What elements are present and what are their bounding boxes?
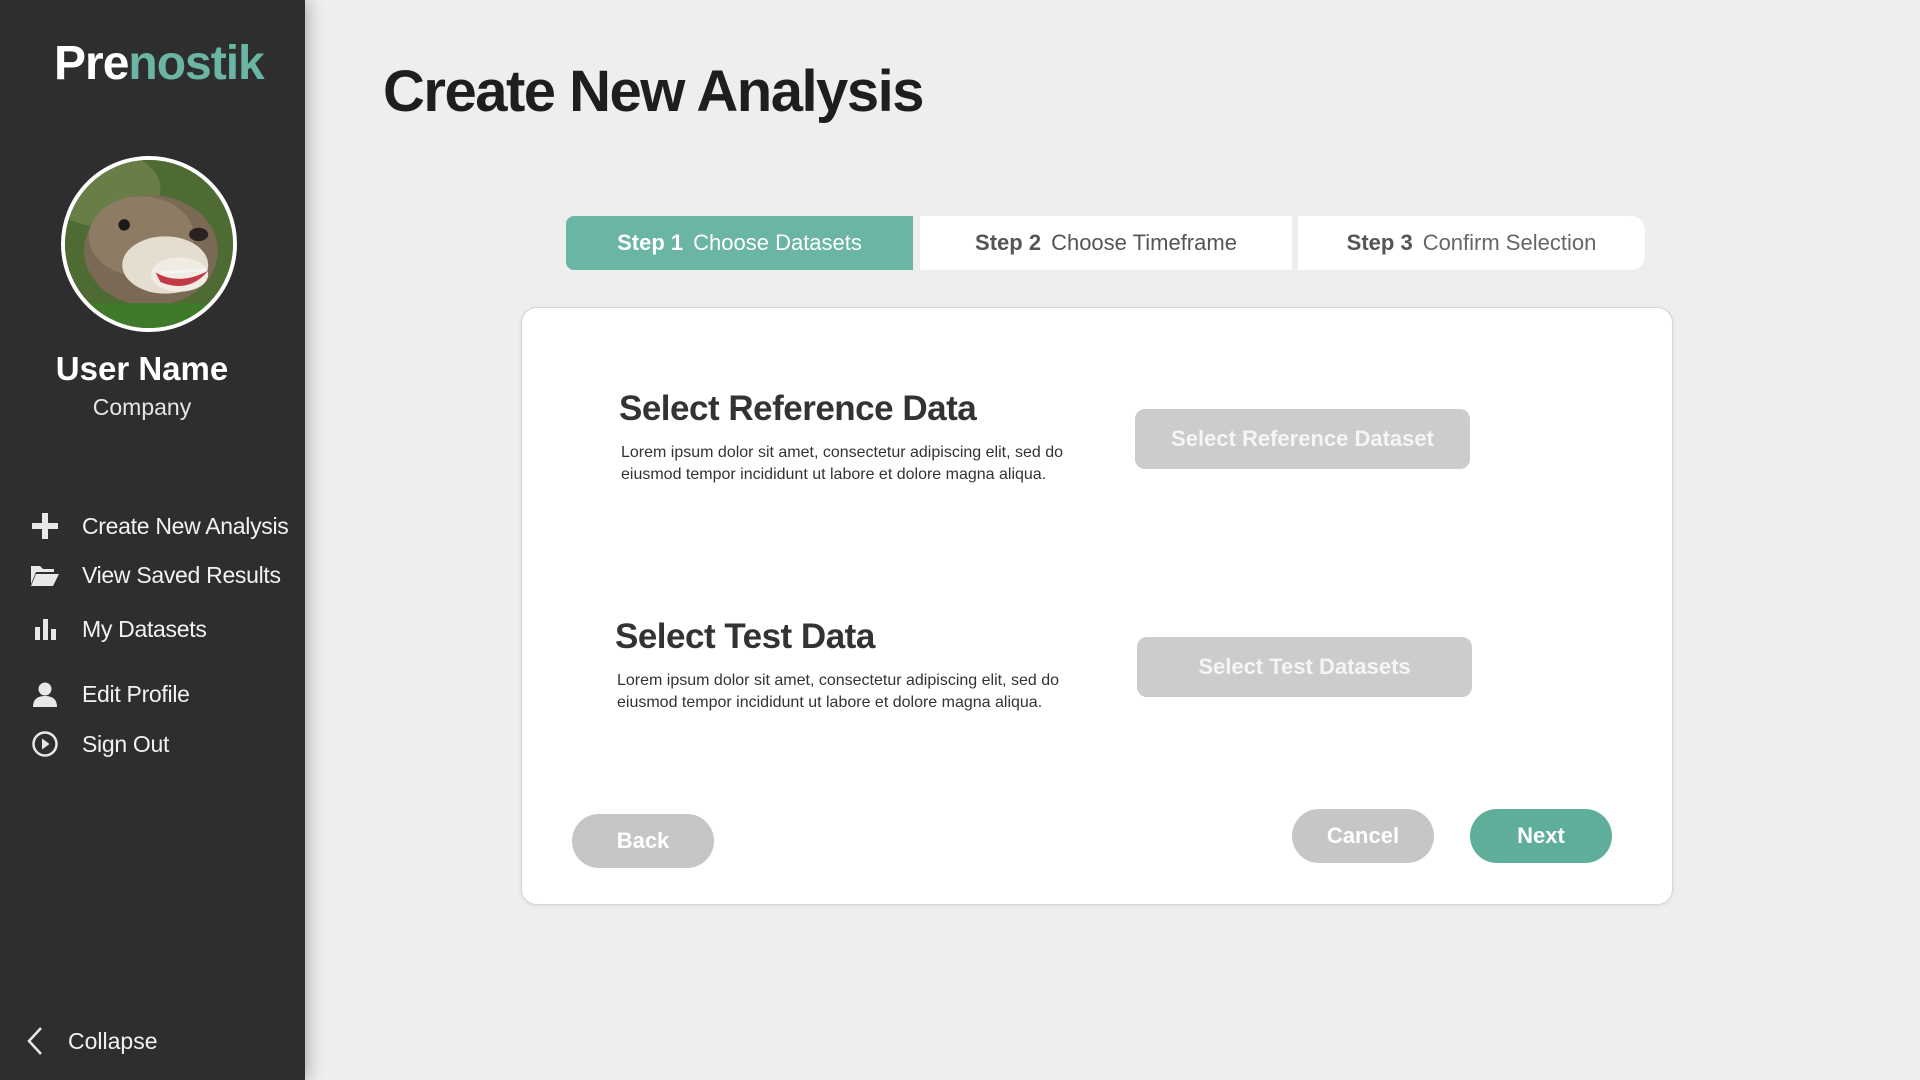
avatar[interactable] (61, 156, 237, 332)
bar-chart-icon (30, 614, 60, 644)
reference-section-description: Lorem ipsum dolor sit amet, consectetur … (621, 442, 1091, 486)
next-button[interactable]: Next (1470, 809, 1612, 863)
description-line: eiusmod tempor incididunt ut labore et d… (617, 694, 1043, 711)
description-line: Lorem ipsum dolor sit amet, consectetur … (617, 672, 1059, 689)
otter-photo (65, 160, 233, 328)
collapse-button[interactable]: Collapse (26, 1024, 158, 1058)
reference-section-title: Select Reference Data (619, 389, 977, 428)
select-reference-dataset-button[interactable]: Select Reference Dataset (1135, 409, 1470, 469)
chevron-left-icon (26, 1025, 48, 1057)
sidebar-item-edit-profile[interactable]: Edit Profile (30, 677, 190, 711)
user-company: Company (92, 394, 192, 420)
sidebar-item-label: Sign Out (82, 730, 170, 757)
sidebar-item-label: Create New Analysis (82, 512, 289, 539)
sidebar: Prenostik User Name Company Create New A… (0, 0, 305, 1080)
step-label: Choose Timeframe (1051, 230, 1237, 255)
cancel-button[interactable]: Cancel (1292, 809, 1434, 863)
step-number: Step 1 (617, 230, 684, 255)
plus-icon (30, 511, 60, 541)
step-label: Confirm Selection (1422, 230, 1597, 255)
app-logo[interactable]: Prenostik (54, 36, 265, 91)
test-section-description: Lorem ipsum dolor sit amet, consectetur … (617, 670, 1087, 714)
tab-step-1[interactable]: Step 1 Choose Datasets (566, 216, 913, 270)
test-section-title: Select Test Data (615, 617, 875, 656)
step-number: Step 3 (1346, 230, 1413, 255)
logo-suffix: nostik (128, 37, 264, 90)
sidebar-item-create-new-analysis[interactable]: Create New Analysis (30, 509, 289, 543)
sidebar-item-view-saved-results[interactable]: View Saved Results (30, 558, 281, 592)
sidebar-item-label: View Saved Results (82, 561, 281, 588)
step-label: Choose Datasets (693, 230, 862, 255)
collapse-label: Collapse (68, 1027, 158, 1054)
sign-out-icon (30, 729, 60, 759)
description-line: Lorem ipsum dolor sit amet, consectetur … (621, 444, 1063, 461)
user-icon (30, 679, 60, 709)
back-button[interactable]: Back (572, 814, 714, 868)
user-name: User Name (55, 350, 229, 387)
select-test-datasets-button[interactable]: Select Test Datasets (1137, 637, 1472, 697)
sidebar-item-label: Edit Profile (82, 680, 190, 707)
tab-step-2[interactable]: Step 2 Choose Timeframe (920, 216, 1292, 270)
sidebar-item-my-datasets[interactable]: My Datasets (30, 612, 207, 646)
step-number: Step 2 (975, 230, 1042, 255)
description-line: eiusmod tempor incididunt ut labore et d… (621, 466, 1047, 483)
tab-step-3[interactable]: Step 3 Confirm Selection (1298, 216, 1645, 270)
analysis-card: Select Reference Data Lorem ipsum dolor … (521, 307, 1673, 905)
sidebar-item-label: My Datasets (82, 615, 207, 642)
sidebar-item-sign-out[interactable]: Sign Out (30, 727, 169, 761)
page-title: Create New Analysis (383, 59, 924, 124)
folder-open-icon (30, 560, 60, 590)
logo-prefix: Pre (54, 37, 129, 90)
